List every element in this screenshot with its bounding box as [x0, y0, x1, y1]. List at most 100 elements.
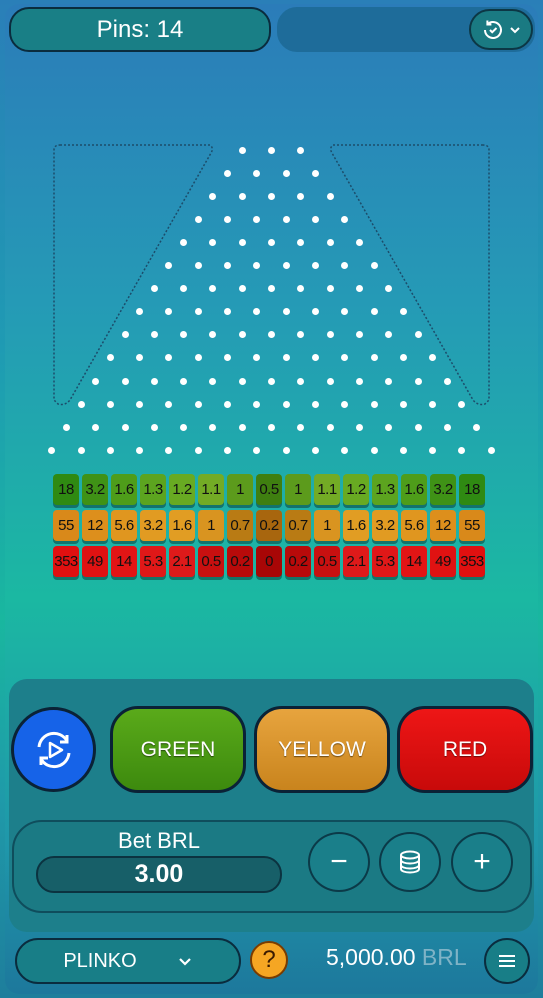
- pin: [268, 377, 275, 385]
- multiplier-green: 1.2: [169, 474, 195, 505]
- pin: [326, 423, 334, 431]
- pin: [253, 169, 261, 177]
- menu-button[interactable]: [484, 938, 530, 984]
- multiplier-yellow: 0.2: [256, 510, 282, 541]
- multiplier-green: 1.2: [343, 474, 369, 505]
- coins-button[interactable]: [379, 832, 441, 892]
- increase-bet-button[interactable]: +: [451, 832, 513, 892]
- multiplier-yellow: 5.6: [401, 510, 427, 541]
- pin: [399, 446, 407, 454]
- pin: [77, 400, 85, 408]
- pin: [209, 377, 217, 385]
- multiplier-red: 0: [256, 546, 282, 577]
- pin: [106, 446, 114, 454]
- pin: [282, 400, 290, 408]
- pin: [355, 238, 363, 246]
- multiplier-yellow: 1.6: [343, 510, 369, 541]
- bet-amount-value: 3.00: [134, 860, 184, 888]
- pin: [238, 238, 246, 246]
- pin: [385, 423, 393, 431]
- pin: [297, 146, 305, 154]
- game-selector[interactable]: PLINKO: [15, 938, 241, 984]
- multiplier-red: 0.5: [198, 546, 224, 577]
- multiplier-yellow: 1: [198, 510, 224, 541]
- plus-icon: +: [473, 845, 491, 878]
- pin: [385, 377, 393, 385]
- pin: [326, 285, 334, 293]
- pin: [297, 423, 305, 431]
- pin: [224, 262, 232, 269]
- multiplier-red: 2.1: [169, 546, 195, 577]
- chevron-down-icon: [178, 958, 191, 966]
- pin: [414, 423, 422, 431]
- pin: [429, 400, 437, 408]
- pin: [326, 238, 334, 246]
- multiplier-yellow: 55: [459, 510, 485, 541]
- multiplier-green: 18: [53, 474, 79, 505]
- pin: [268, 146, 275, 154]
- pin: [282, 308, 290, 316]
- pin: [282, 446, 290, 454]
- pin: [311, 169, 319, 177]
- pin: [121, 331, 129, 339]
- multiplier-red: 5.3: [140, 546, 166, 577]
- pin: [268, 423, 275, 431]
- pin: [62, 423, 70, 431]
- pin: [150, 285, 158, 293]
- yellow-label: YELLOW: [278, 737, 366, 761]
- green-button[interactable]: GREEN: [110, 706, 246, 793]
- pin: [282, 169, 290, 177]
- pin: [180, 377, 188, 385]
- multiplier-green: 1: [227, 474, 253, 505]
- multiplier-yellow: 3.2: [140, 510, 166, 541]
- pin: [443, 377, 451, 385]
- pin: [370, 400, 378, 408]
- multiplier-green: 1.3: [372, 474, 398, 505]
- multiplier-red: 14: [111, 546, 137, 577]
- balance-currency: BRL: [421, 944, 467, 970]
- multiplier-yellow: 12: [82, 510, 108, 541]
- help-icon: ?: [262, 946, 276, 973]
- pin: [297, 192, 305, 200]
- pin: [106, 400, 114, 408]
- pin: [311, 446, 319, 454]
- autoplay-button[interactable]: [11, 707, 96, 792]
- multiplier-red: 14: [401, 546, 427, 577]
- multiplier-yellow: 5.6: [111, 510, 137, 541]
- multiplier-green: 1.6: [401, 474, 427, 505]
- pin: [341, 215, 349, 223]
- decrease-bet-button[interactable]: −: [308, 832, 370, 892]
- pin: [443, 423, 451, 431]
- pin: [92, 423, 100, 431]
- pin: [224, 169, 232, 177]
- bet-amount-input[interactable]: 3.00: [36, 856, 282, 893]
- multiplier-green: 3.2: [82, 474, 108, 505]
- multiplier-row-red: 353 49 14 5.3 2.1 0.5 0.2 0 0.2 0.5 2.1 5.3 14 49 353: [53, 546, 485, 577]
- multiplier-yellow: 0.7: [285, 510, 311, 541]
- multiplier-yellow: 0.7: [227, 510, 253, 541]
- pin: [180, 423, 188, 431]
- pin: [370, 354, 378, 362]
- multiplier-yellow: 3.2: [372, 510, 398, 541]
- yellow-button[interactable]: YELLOW: [254, 706, 390, 793]
- pin: [224, 400, 232, 408]
- red-button[interactable]: RED: [397, 706, 533, 793]
- pin: [399, 308, 407, 316]
- balance: 5,000.00 BRL: [326, 944, 467, 971]
- pin: [238, 331, 246, 339]
- pin: [311, 215, 319, 223]
- help-button[interactable]: ?: [250, 941, 288, 979]
- pin: [180, 238, 188, 246]
- pin: [370, 446, 378, 454]
- pin: [194, 308, 202, 316]
- pin: [341, 400, 349, 408]
- pin: [268, 192, 275, 200]
- pin: [326, 192, 334, 200]
- pin: [297, 377, 305, 385]
- balance-value: 5,000.00: [326, 944, 416, 970]
- minus-icon: −: [330, 845, 348, 878]
- pin: [282, 262, 290, 269]
- pin: [473, 423, 481, 431]
- pin: [121, 377, 129, 385]
- pin: [429, 446, 437, 454]
